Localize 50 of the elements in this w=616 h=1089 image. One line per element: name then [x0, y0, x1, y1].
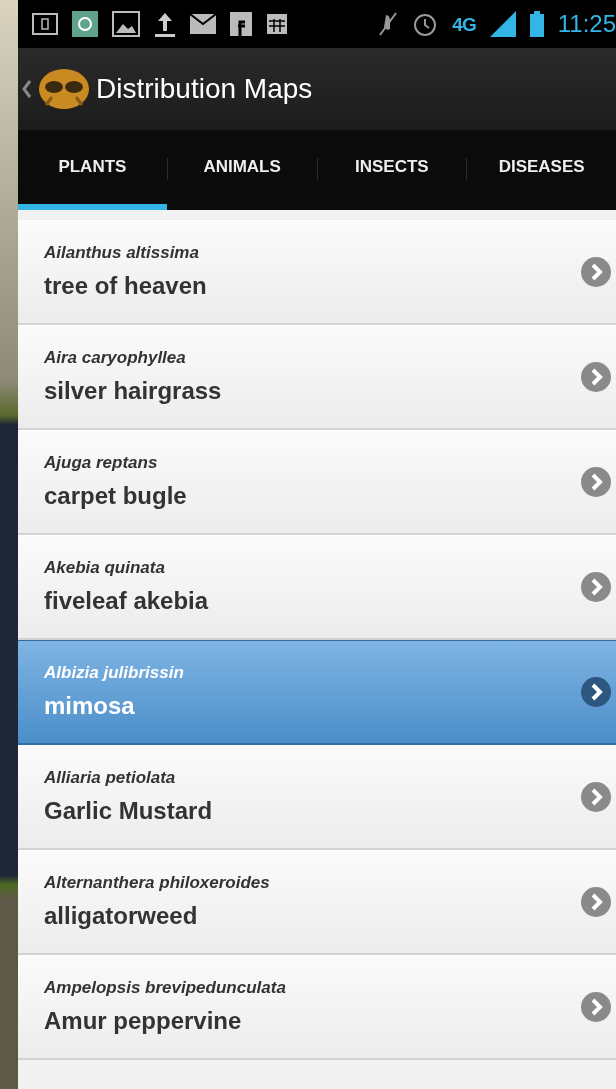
common-name: carpet bugle — [44, 480, 187, 511]
category-tab[interactable]: DISEASES — [467, 130, 616, 210]
envelope-icon — [190, 14, 216, 34]
species-list-item[interactable]: Alliaria petiolata Garlic Mustard — [18, 745, 616, 850]
chevron-circle-icon — [580, 256, 612, 288]
species-list-item[interactable]: Alternanthera philoxeroides alligatorweed — [18, 850, 616, 955]
species-list-item[interactable]: Aira caryophyllea silver hairgrass — [18, 325, 616, 430]
chevron-circle-icon — [580, 361, 612, 393]
chevron-circle-icon — [580, 676, 612, 708]
image-icon — [112, 11, 140, 37]
network-type: 4G — [452, 14, 476, 34]
app-logo-icon — [38, 67, 90, 111]
common-name: Amur peppervine — [44, 1005, 243, 1036]
category-tab[interactable]: INSECTS — [317, 130, 467, 210]
common-name: Garlic Mustard — [44, 795, 213, 826]
back-caret-icon[interactable] — [22, 79, 32, 99]
chevron-circle-icon — [580, 466, 612, 498]
scientific-name: Aira caryophyllea — [44, 347, 187, 370]
chevron-circle-icon — [580, 781, 612, 813]
signal-icon — [489, 11, 516, 37]
chevron-circle-icon — [580, 886, 612, 918]
scientific-name: Alternanthera philoxeroides — [44, 872, 270, 895]
battery-icon — [529, 11, 544, 37]
muted-icon — [378, 11, 399, 37]
clock-time: 11:25 — [557, 12, 616, 36]
species-list-item[interactable]: Ampelopsis brevipedunculata Amur peppervine — [18, 955, 616, 1060]
scientific-name: Ailanthus altissima — [44, 242, 200, 265]
common-name: tree of heaven — [44, 270, 207, 301]
chevron-circle-icon — [580, 571, 612, 603]
common-name: fiveleaf akebia — [44, 585, 209, 616]
alarm-clock-icon — [412, 11, 439, 37]
chevron-circle-icon — [580, 991, 612, 1023]
species-list-item[interactable]: Ailanthus altissima tree of heaven — [18, 220, 616, 325]
common-name: mimosa — [44, 690, 136, 721]
species-list-item[interactable]: Akebia quinata fiveleaf akebia — [18, 535, 616, 640]
scientific-name: Ajuga reptans — [44, 452, 159, 475]
scientific-name: Ampelopsis brevipedunculata — [44, 977, 286, 1000]
scientific-name: Albizia julibrissin — [44, 662, 184, 685]
category-tab[interactable]: ANIMALS — [167, 130, 317, 210]
species-list-item[interactable]: Ajuga reptans carpet bugle — [18, 430, 616, 535]
upload-icon — [154, 11, 176, 37]
category-tab[interactable]: PLANTS — [18, 130, 167, 210]
common-name: silver hairgrass — [44, 375, 222, 406]
screen-title: Distribution Maps — [96, 72, 313, 106]
scientific-name: Alliaria petiolata — [44, 767, 177, 790]
grid-icon — [266, 13, 288, 35]
f-square-icon — [230, 12, 252, 36]
calendar-icon — [32, 12, 58, 36]
scientific-name: Akebia quinata — [44, 557, 166, 580]
common-name: alligatorweed — [44, 900, 199, 931]
